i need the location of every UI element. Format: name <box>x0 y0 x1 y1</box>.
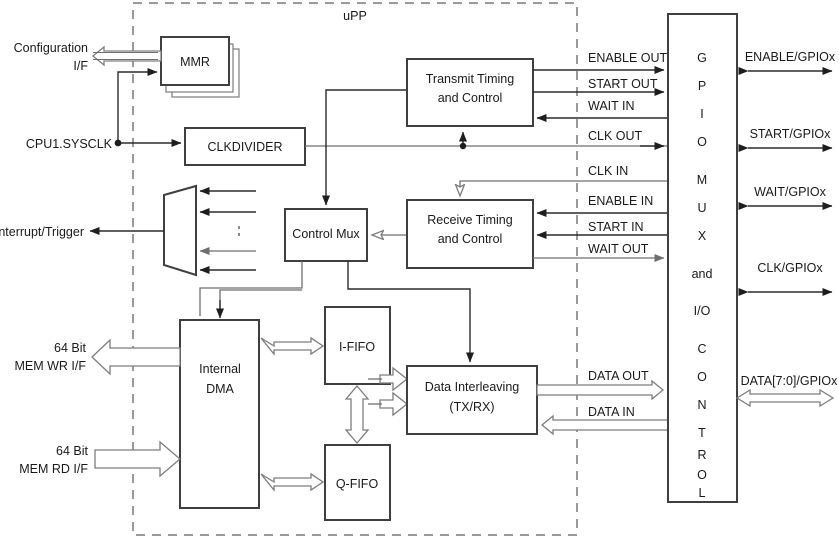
gpio-mux-letter-P: P <box>698 79 706 93</box>
mem-rd-label-line1: 64 Bit <box>56 444 88 458</box>
diagram-canvas: uPP MMR Configuration I/F CLKDIVIDER CPU… <box>0 0 839 538</box>
gpio-mux-word-and: and <box>692 267 713 281</box>
gpio-mux-letter-T: T <box>698 426 706 440</box>
gpio-mux-letter-M: M <box>697 173 707 187</box>
wait-in-label: WAIT IN <box>588 99 635 113</box>
gpio-mux-letter-L: L <box>699 486 706 500</box>
clk-out-label: CLK OUT <box>588 129 643 143</box>
sysclk-junction-dot <box>114 139 122 147</box>
internal-dma-block <box>179 319 260 509</box>
mmr-label: MMR <box>180 55 210 69</box>
mem-wr-bus-arrow <box>91 338 181 376</box>
upp-title: uPP <box>343 9 367 23</box>
interrupt-trigger-label: Interrupt/Trigger <box>0 225 84 239</box>
start-gpiox-label: START/GPIOx <box>750 127 832 141</box>
data-out-label: DATA OUT <box>588 369 649 383</box>
configuration-if-label-line1: Configuration <box>14 41 88 55</box>
transmit-timing-label-line1: Transmit Timing <box>426 72 514 86</box>
gpio-mux-letter-U: U <box>697 201 706 215</box>
clk-gpiox-label: CLK/GPIOx <box>757 261 823 275</box>
clk-branch-dot <box>459 142 467 150</box>
q-fifo-label: Q-FIFO <box>336 477 379 491</box>
start-out-label: START OUT <box>588 77 658 91</box>
gpio-mux-letter-I: I <box>700 107 703 121</box>
dma-qfifo-bus-arrow <box>260 472 325 492</box>
gpio-mux-letter-O3: O <box>697 468 707 482</box>
i-fifo-label: I-FIFO <box>339 340 375 354</box>
receive-timing-label-line2: and Control <box>438 232 503 246</box>
internal-dma-label-line1: Internal <box>199 362 241 376</box>
mem-wr-label-line1: 64 Bit <box>54 341 86 355</box>
dma-ififo-bus-arrow <box>260 336 325 356</box>
data-gpiox-label: DATA[7:0]/GPIOx <box>741 374 839 388</box>
gpio-mux-letter-C: C <box>697 342 706 356</box>
enable-gpiox-label: ENABLE/GPIOx <box>745 50 836 64</box>
wait-gpiox-label: WAIT/GPIOx <box>754 185 827 199</box>
gpio-mux-word-io: I/O <box>694 304 711 318</box>
clk-in-label: CLK IN <box>588 164 628 178</box>
qfifo-interleave-arrow <box>379 391 409 417</box>
sysclk-to-mmr-line <box>117 68 158 143</box>
gpio-mux-letter-X: X <box>698 229 707 243</box>
gpio-mux-letter-O2: O <box>697 370 707 384</box>
gpio-mux-letter-O: O <box>697 135 707 149</box>
start-in-label: START IN <box>588 220 644 234</box>
control-mux-to-dma-branch <box>199 261 303 316</box>
data-interleaving-label-line1: Data Interleaving <box>425 380 520 394</box>
internal-dma-label-line2: DMA <box>206 382 234 396</box>
mem-rd-bus-arrow <box>94 440 182 478</box>
mem-wr-label-line2: MEM WR I/F <box>14 359 86 373</box>
enable-out-label: ENABLE OUT <box>588 51 668 65</box>
enable-in-label: ENABLE IN <box>588 194 653 208</box>
data-interleaving-label-line2: (TX/RX) <box>449 400 494 414</box>
control-mux-dma-join <box>219 289 302 309</box>
upp-block-diagram: uPP MMR Configuration I/F CLKDIVIDER CPU… <box>0 2 839 536</box>
receive-timing-label-line1: Receive Timing <box>427 213 512 227</box>
data-gpiox-bus-arrow <box>735 388 835 408</box>
mem-rd-label-line2: MEM RD I/F <box>19 462 88 476</box>
gpio-mux-letter-R: R <box>697 448 706 462</box>
clkdivider-label: CLKDIVIDER <box>207 140 282 154</box>
gpio-mux-letter-G: G <box>697 51 707 65</box>
transmit-to-control-mux-line <box>322 89 407 206</box>
data-in-label: DATA IN <box>588 405 635 419</box>
transmit-timing-label-line2: and Control <box>438 91 503 105</box>
cpu1-sysclk-label: CPU1.SYSCLK <box>26 137 113 151</box>
data-out-bus-arrow <box>536 379 665 401</box>
gpio-mux-letter-N: N <box>697 398 706 412</box>
control-mux-label: Control Mux <box>292 227 360 241</box>
interrupt-mux-shape <box>163 184 197 277</box>
configuration-if-label-line2: I/F <box>73 59 88 73</box>
configuration-bus-arrow <box>91 45 162 67</box>
ififo-qfifo-bus-arrow <box>344 384 370 445</box>
wait-out-label: WAIT OUT <box>588 242 649 256</box>
